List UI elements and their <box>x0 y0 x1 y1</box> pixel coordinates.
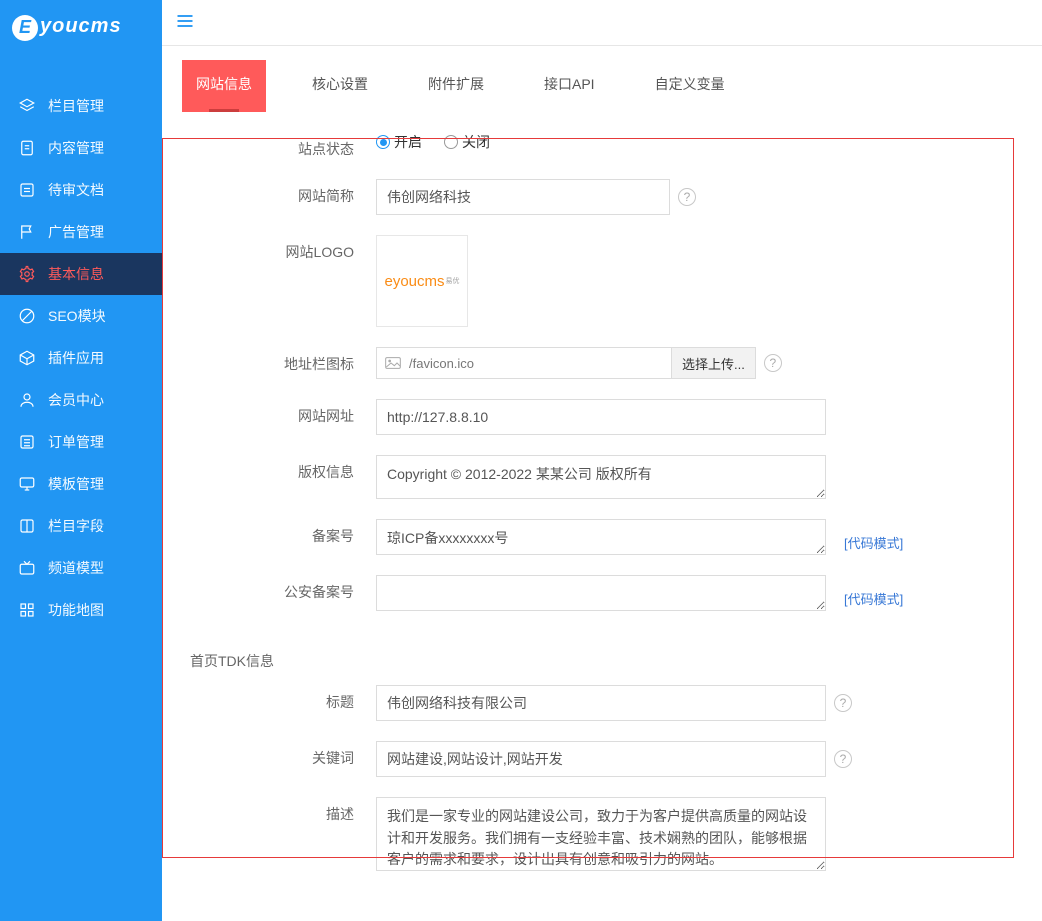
highlight-box <box>162 138 1014 858</box>
tab-3[interactable]: 接口API <box>530 60 609 112</box>
layers-icon <box>18 97 36 115</box>
sidebar-item-label: 栏目字段 <box>48 516 104 536</box>
brand-logo[interactable]: E youcms <box>0 0 162 55</box>
user-icon <box>18 391 36 409</box>
sidebar-item-label: 功能地图 <box>48 600 104 620</box>
inbox-icon <box>18 181 36 199</box>
list-icon <box>18 433 36 451</box>
sidebar-item-0[interactable]: 栏目管理 <box>0 85 162 127</box>
sidebar-item-6[interactable]: 插件应用 <box>0 337 162 379</box>
flag-icon <box>18 223 36 241</box>
sidebar-item-2[interactable]: 待审文档 <box>0 169 162 211</box>
sidebar-item-12[interactable]: 功能地图 <box>0 589 162 631</box>
sidebar-item-7[interactable]: 会员中心 <box>0 379 162 421</box>
sidebar-item-label: 广告管理 <box>48 222 104 242</box>
sidebar-item-label: 会员中心 <box>48 390 104 410</box>
sidebar-item-label: 栏目管理 <box>48 96 104 116</box>
tab-2[interactable]: 附件扩展 <box>414 60 498 112</box>
main-area: 网站信息核心设置附件扩展接口API自定义变量 站点状态 开启 关闭 <box>162 0 1042 921</box>
sidebar-menu: 栏目管理内容管理待审文档广告管理基本信息 SEO模块插件应用会员中心订单管理模板管… <box>0 55 162 631</box>
sidebar-item-3[interactable]: 广告管理 <box>0 211 162 253</box>
file-text-icon <box>18 139 36 157</box>
sidebar-item-label: 内容管理 <box>48 138 104 158</box>
sidebar-item-label: SEO模块 <box>48 306 106 326</box>
brand-mark: E <box>12 15 38 41</box>
sidebar-item-label: 基本信息 <box>48 264 104 284</box>
monitor-icon <box>18 475 36 493</box>
topbar <box>162 0 1042 46</box>
sidebar-item-1[interactable]: 内容管理 <box>0 127 162 169</box>
gear-icon <box>18 265 36 283</box>
tab-bar: 网站信息核心设置附件扩展接口API 自定义变量 <box>162 46 1042 112</box>
form-wrap: 站点状态 开启 关闭 网站简称 ? <box>162 112 1042 921</box>
sidebar-item-5[interactable]: SEO模块 <box>0 295 162 337</box>
sidebar-item-label: 插件应用 <box>48 348 104 368</box>
grid-icon <box>18 601 36 619</box>
box-icon <box>18 349 36 367</box>
tab-4[interactable]: 自定义变量 <box>641 60 739 112</box>
circle-slash-icon <box>18 307 36 325</box>
sidebar-item-10[interactable]: 栏目字段 <box>0 505 162 547</box>
sidebar: E youcms 栏目管理内容管理待审文档广告管理基本信息 SEO模块插件应用会员… <box>0 0 162 921</box>
brand-name: youcms <box>40 15 122 41</box>
tab-0[interactable]: 网站信息 <box>182 60 266 112</box>
sidebar-item-8[interactable]: 订单管理 <box>0 421 162 463</box>
sidebar-item-label: 频道模型 <box>48 558 104 578</box>
tab-1[interactable]: 核心设置 <box>298 60 382 112</box>
menu-toggle-icon[interactable] <box>174 11 196 34</box>
columns-icon <box>18 517 36 535</box>
tv-icon <box>18 559 36 577</box>
sidebar-item-9[interactable]: 模板管理 <box>0 463 162 505</box>
sidebar-item-label: 订单管理 <box>48 432 104 452</box>
sidebar-item-label: 待审文档 <box>48 180 104 200</box>
sidebar-item-label: 模板管理 <box>48 474 104 494</box>
sidebar-item-4[interactable]: 基本信息 <box>0 253 162 295</box>
sidebar-item-11[interactable]: 频道模型 <box>0 547 162 589</box>
